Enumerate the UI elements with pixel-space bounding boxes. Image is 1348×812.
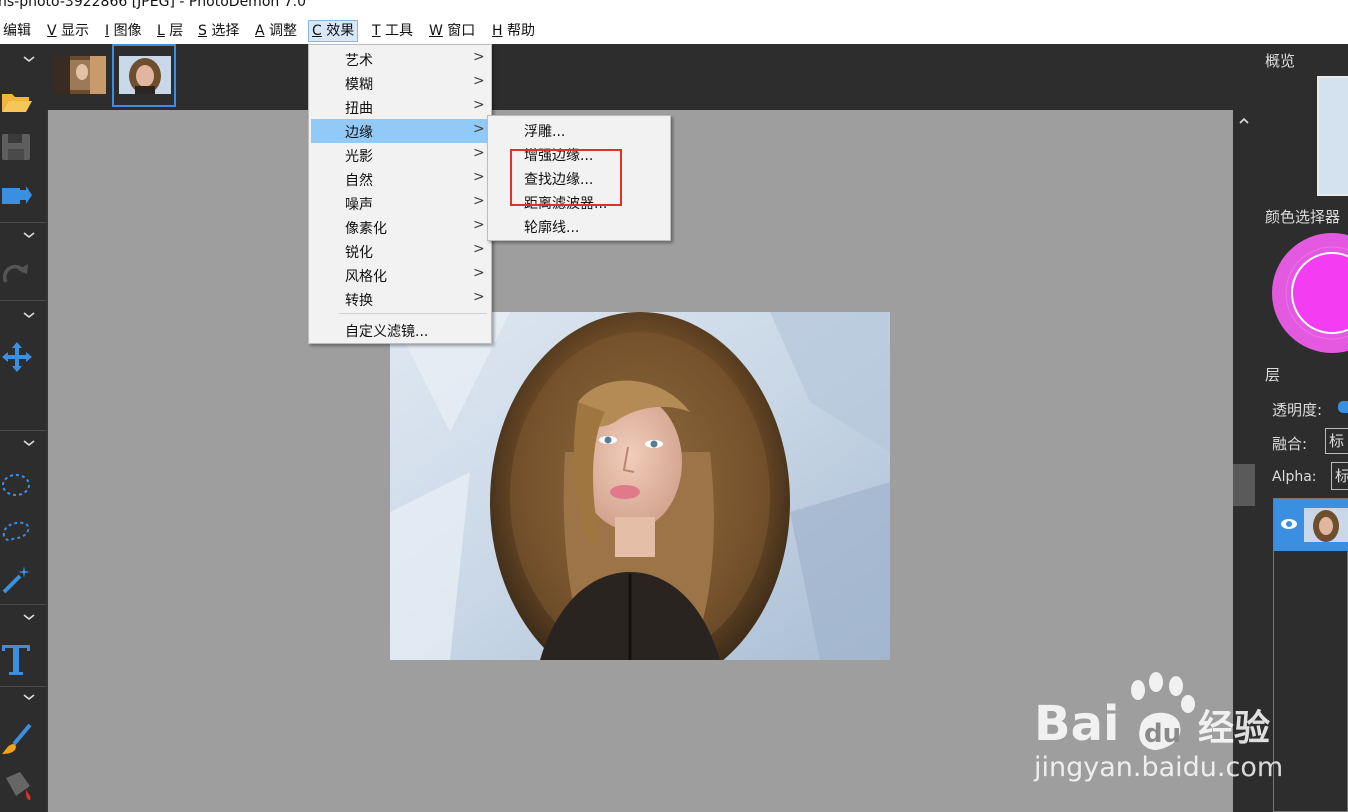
menu-item-stylize[interactable]: 风格化 > <box>311 263 489 287</box>
lasso-select-icon[interactable] <box>0 514 34 548</box>
menu-divider <box>339 313 487 314</box>
menu-help[interactable]: H 帮助 <box>489 20 538 42</box>
overview-thumbnail[interactable] <box>1317 76 1348 196</box>
menu-item-edges[interactable]: 边缘 > <box>311 119 489 143</box>
redo-icon[interactable] <box>0 258 34 292</box>
menu-item-light-shadow[interactable]: 光影 > <box>311 143 489 167</box>
menu-effects[interactable]: C 效果 <box>308 20 359 42</box>
menu-item-natural[interactable]: 自然 > <box>311 167 489 191</box>
chevron-down-icon[interactable] <box>22 54 36 64</box>
save-as-icon[interactable] <box>0 178 34 212</box>
scrollbar-thumb[interactable] <box>1233 464 1255 506</box>
blend-select[interactable]: 标 <box>1325 428 1348 454</box>
chevron-down-icon[interactable] <box>22 612 36 622</box>
submenu-item-contour[interactable]: 轮廓线... <box>490 214 668 238</box>
menu-item-custom-filter[interactable]: 自定义滤镜... <box>311 318 489 342</box>
menu-item-transform[interactable]: 转换 > <box>311 287 489 311</box>
alpha-select[interactable]: 标 <box>1331 462 1348 490</box>
toolbox-divider <box>0 430 46 431</box>
chevron-down-icon[interactable] <box>22 230 36 240</box>
menu-item-noise[interactable]: 噪声 > <box>311 191 489 215</box>
submenu-arrow-icon: > <box>473 265 485 281</box>
chevron-down-icon[interactable] <box>22 438 36 448</box>
color-picker-title: 颜色选择器 <box>1265 208 1341 226</box>
submenu-arrow-icon: > <box>473 145 485 161</box>
submenu-arrow-icon: > <box>473 169 485 185</box>
layers-title: 层 <box>1265 366 1281 384</box>
chevron-down-icon[interactable] <box>22 310 36 320</box>
toolbox-divider <box>0 300 46 301</box>
chevron-down-icon[interactable] <box>22 692 36 702</box>
blend-label: 融合: <box>1272 435 1308 453</box>
menu-item-blur[interactable]: 模糊 > <box>311 71 489 95</box>
eye-icon[interactable] <box>1280 517 1298 531</box>
layer-row[interactable] <box>1274 499 1348 551</box>
magic-wand-icon[interactable] <box>0 562 34 596</box>
submenu-arrow-icon: > <box>473 193 485 209</box>
layer-list <box>1273 498 1348 812</box>
submenu-arrow-icon: > <box>473 73 485 89</box>
image-thumbnail[interactable] <box>119 56 171 94</box>
toolbox-divider <box>0 686 46 687</box>
title-bar: ns-photo-3922866 [JPEG] - PhotoDemon 7.0 <box>0 0 1348 18</box>
svg-text:Bai: Bai <box>1034 696 1119 752</box>
overview-title: 概览 <box>1265 52 1296 70</box>
ellipse-select-icon[interactable] <box>0 468 34 502</box>
effects-menu: 艺术 > 模糊 > 扭曲 > 边缘 > 光影 > 自然 > 噪声 > 像素化 > 锐化 > 风格化… <box>308 44 492 344</box>
watermark-url: jingyan.baidu.com <box>1034 752 1284 783</box>
svg-text:du: du <box>1144 719 1181 749</box>
menu-item-distort[interactable]: 扭曲 > <box>311 95 489 119</box>
toolbox <box>0 44 46 812</box>
menu-adjust[interactable]: A 调整 <box>252 20 300 42</box>
menu-item-sharpen[interactable]: 锐化 > <box>311 239 489 263</box>
opacity-slider[interactable] <box>1338 401 1348 413</box>
menu-view[interactable]: V 显示 <box>44 20 92 42</box>
menu-select[interactable]: S 选择 <box>195 20 242 42</box>
save-icon[interactable] <box>0 130 34 164</box>
color-wheel[interactable] <box>1272 232 1348 354</box>
menu-tools[interactable]: T 工具 <box>369 20 416 42</box>
menu-bar: 编辑 V 显示 I 图像 L 层 S 选择 A 调整 C 效果 T 工具 W 窗… <box>0 18 1348 44</box>
scroll-up-icon[interactable] <box>1238 116 1250 126</box>
submenu-item-emboss[interactable]: 浮雕... <box>490 118 668 142</box>
image-thumbnail[interactable] <box>54 56 106 94</box>
menu-layer[interactable]: L 层 <box>154 20 186 42</box>
photo-portrait <box>390 312 890 660</box>
menu-image[interactable]: I 图像 <box>102 20 145 42</box>
alpha-label: Alpha: <box>1272 469 1317 485</box>
submenu-arrow-icon: > <box>473 97 485 113</box>
menu-item-pixelate[interactable]: 像素化 > <box>311 215 489 239</box>
toolbox-divider <box>0 604 46 605</box>
menu-edit[interactable]: 编辑 <box>0 20 34 42</box>
toolbox-divider <box>0 222 46 223</box>
window-title: ns-photo-3922866 [JPEG] - PhotoDemon 7.0 <box>0 0 306 10</box>
opacity-label: 透明度: <box>1272 401 1323 419</box>
menu-item-art[interactable]: 艺术 > <box>311 47 489 71</box>
layer-thumbnail <box>1304 508 1348 542</box>
submenu-arrow-icon: > <box>473 49 485 65</box>
submenu-arrow-icon: > <box>473 289 485 305</box>
submenu-arrow-icon: > <box>473 241 485 257</box>
submenu-arrow-icon: > <box>473 217 485 233</box>
menu-window[interactable]: W 窗口 <box>426 20 478 42</box>
paintbrush-icon[interactable] <box>0 722 34 756</box>
open-folder-icon[interactable] <box>0 82 34 116</box>
text-tool-icon[interactable] <box>0 642 34 676</box>
selected-thumbnail-frame[interactable] <box>112 44 176 107</box>
submenu-arrow-icon: > <box>473 121 485 137</box>
move-icon[interactable] <box>0 340 34 374</box>
paint-bucket-icon[interactable] <box>0 768 34 802</box>
svg-text:经验: 经验 <box>1198 708 1270 749</box>
annotation-highlight-box <box>510 149 622 206</box>
image-thumbnail-strip <box>46 44 1255 110</box>
